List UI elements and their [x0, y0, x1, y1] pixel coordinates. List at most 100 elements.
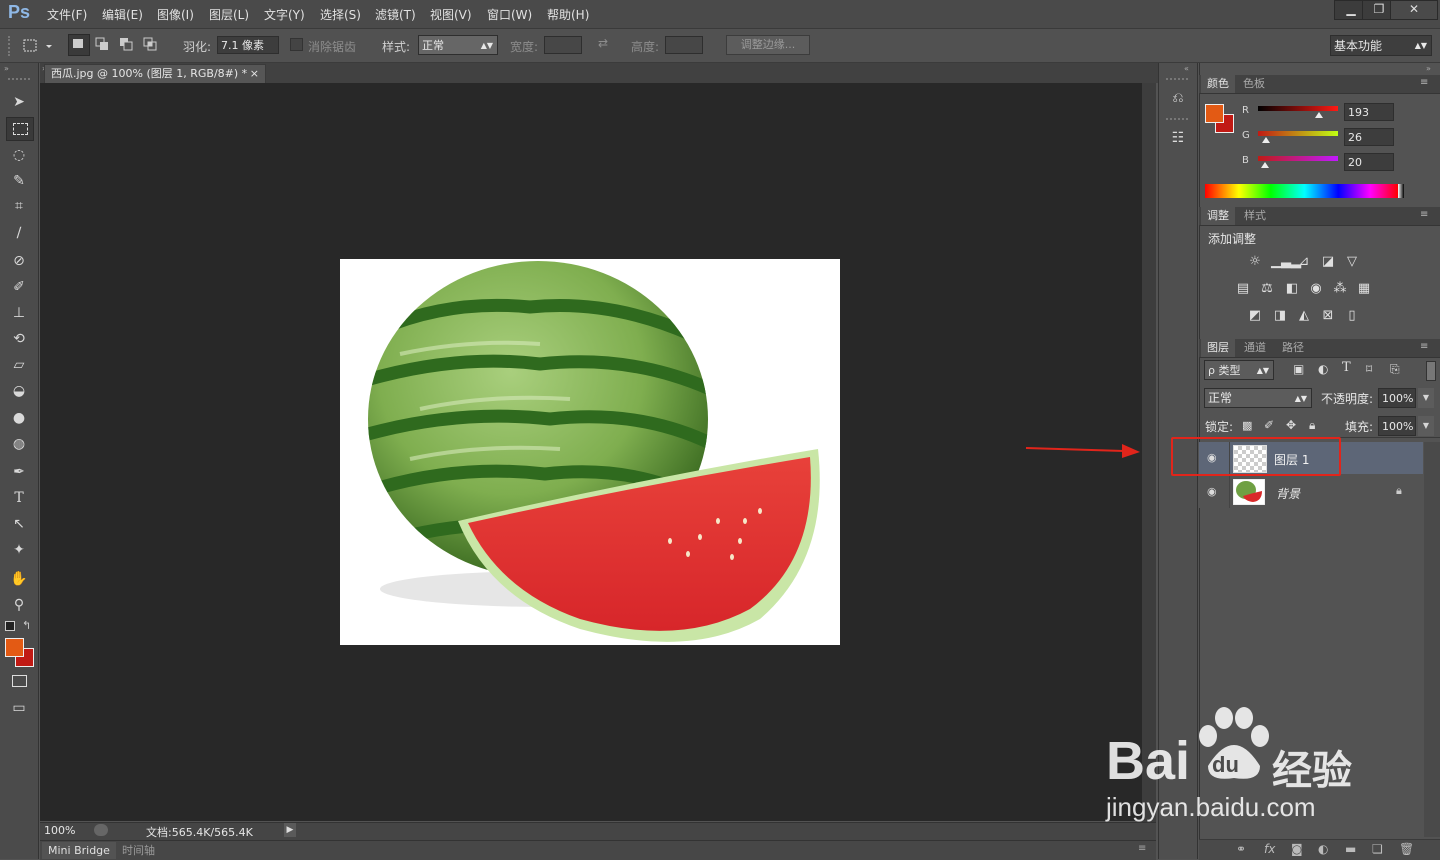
blur-tool-icon[interactable]: ●	[6, 407, 32, 429]
subtract-selection-icon[interactable]	[119, 37, 135, 51]
lock-image-icon[interactable]: ✐	[1264, 418, 1274, 432]
marquee-preset-icon[interactable]	[22, 38, 54, 54]
hand-tool-icon[interactable]: ✋	[6, 568, 32, 590]
fill-input[interactable]: 100%	[1378, 416, 1416, 436]
lasso-tool-icon[interactable]: ◌	[6, 144, 32, 166]
panels-collapse-icon[interactable]: »	[1426, 64, 1431, 73]
quick-select-tool-icon[interactable]: ✎	[6, 170, 32, 192]
menu-help[interactable]: 帮助(H)	[547, 6, 589, 23]
pen-tool-icon[interactable]: ✒	[6, 461, 32, 483]
menu-window[interactable]: 窗口(W)	[487, 6, 532, 23]
color-balance-icon[interactable]: ⚖	[1258, 281, 1276, 297]
type-tool-icon[interactable]: T	[6, 487, 32, 509]
rect-marquee-tool-icon[interactable]	[6, 117, 34, 141]
layers-panel-menu-icon[interactable]: ≡	[1420, 341, 1428, 352]
new-adjustment-icon[interactable]: ◐	[1318, 842, 1328, 856]
fill-dropdown-icon[interactable]: ▼	[1418, 416, 1434, 436]
quick-mask-icon[interactable]	[6, 670, 32, 692]
collapse-toolbar-icon[interactable]: »	[4, 64, 9, 73]
eraser-tool-icon[interactable]: ▱	[6, 354, 32, 376]
menu-file[interactable]: 文件(F)	[47, 6, 87, 23]
eyedropper-tool-icon[interactable]: ∕	[6, 222, 32, 244]
shape-tool-icon[interactable]: ✦	[6, 539, 32, 561]
filter-toggle[interactable]	[1426, 361, 1436, 381]
tab-paths[interactable]: 路径	[1276, 339, 1310, 357]
lock-all-icon[interactable]: 🔒︎	[1309, 418, 1315, 433]
status-icon[interactable]	[94, 824, 108, 836]
menu-image[interactable]: 图像(I)	[157, 6, 194, 23]
opacity-dropdown-icon[interactable]: ▼	[1418, 388, 1434, 408]
background-layer-thumbnail[interactable]	[1233, 479, 1265, 505]
style-select[interactable]: 正常 ▲▼	[418, 35, 498, 55]
levels-icon[interactable]: ▁▃▂	[1271, 254, 1301, 270]
brightness-icon[interactable]: ☼	[1246, 254, 1264, 270]
default-colors-icon[interactable]	[5, 621, 15, 631]
red-slider-thumb[interactable]	[1315, 112, 1323, 118]
color-lookup-icon[interactable]: ▦	[1355, 281, 1373, 297]
add-selection-icon[interactable]	[95, 37, 111, 51]
exposure-icon[interactable]: ◪	[1319, 254, 1337, 270]
menu-view[interactable]: 视图(V)	[430, 6, 472, 23]
blue-value-input[interactable]: 20	[1344, 153, 1394, 171]
refine-edge-button[interactable]: 调整边缘...	[726, 35, 810, 55]
dodge-tool-icon[interactable]: ◍	[6, 433, 32, 455]
blue-slider-thumb[interactable]	[1261, 162, 1269, 168]
new-group-icon[interactable]: ▬	[1345, 842, 1356, 856]
menu-type[interactable]: 文字(Y)	[264, 6, 305, 23]
new-layer-icon[interactable]: ❏	[1372, 842, 1383, 856]
zoom-level[interactable]: 100%	[44, 824, 88, 838]
blend-mode-select[interactable]: 正常 ▲▼	[1204, 388, 1312, 408]
color-panel-menu-icon[interactable]: ≡	[1420, 77, 1428, 88]
status-menu-arrow-icon[interactable]: ▶	[284, 823, 296, 837]
tab-styles[interactable]: 样式	[1238, 207, 1272, 225]
document-tab[interactable]: 西瓜.jpg @ 100% (图层 1, RGB/8#) * ×	[44, 64, 266, 83]
green-value-input[interactable]: 26	[1344, 128, 1394, 146]
crop-tool-icon[interactable]: ⌗	[6, 195, 32, 217]
clone-stamp-tool-icon[interactable]: ⊥	[6, 302, 32, 324]
layer-filter-select[interactable]: ρ 类型 ▲▼	[1204, 360, 1274, 380]
red-value-input[interactable]: 193	[1344, 103, 1394, 121]
add-mask-icon[interactable]: ◙	[1291, 842, 1303, 856]
swap-colors-icon[interactable]: ↰	[22, 619, 31, 632]
tab-timeline[interactable]: 时间轴	[116, 842, 161, 859]
menu-select[interactable]: 选择(S)	[320, 6, 361, 23]
menu-filter[interactable]: 滤镜(T)	[375, 6, 416, 23]
visibility-eye-icon[interactable]: ◉	[1207, 485, 1217, 498]
adjust-panel-menu-icon[interactable]: ≡	[1420, 209, 1428, 220]
filter-pixel-icon[interactable]: ▣	[1293, 362, 1304, 376]
posterize-icon[interactable]: ◨	[1271, 308, 1289, 324]
layer-style-icon[interactable]: fx	[1264, 842, 1275, 856]
gradient-map-icon[interactable]: ▯	[1343, 308, 1361, 324]
tab-channels[interactable]: 通道	[1238, 339, 1272, 357]
history-brush-tool-icon[interactable]: ⟲	[6, 328, 32, 350]
color-panel-fg-swatch[interactable]	[1205, 104, 1224, 123]
tab-mini-bridge[interactable]: Mini Bridge	[42, 842, 116, 859]
green-slider[interactable]	[1258, 131, 1338, 136]
link-layers-icon[interactable]: ⚭	[1236, 842, 1246, 856]
photo-filter-icon[interactable]: ◉	[1307, 281, 1325, 297]
green-slider-thumb[interactable]	[1262, 137, 1270, 143]
menu-edit[interactable]: 编辑(E)	[102, 6, 143, 23]
selective-color-icon[interactable]: ⊠	[1319, 308, 1337, 324]
swap-icon[interactable]: ⇄	[598, 36, 608, 50]
delete-layer-icon[interactable]: 🗑︎	[1399, 842, 1414, 856]
threshold-icon[interactable]: ◭	[1295, 308, 1313, 324]
menu-layer[interactable]: 图层(L)	[209, 6, 249, 23]
lock-transparent-icon[interactable]: ▩	[1242, 419, 1252, 432]
black-white-icon[interactable]: ◧	[1283, 281, 1301, 297]
tab-color[interactable]: 颜色	[1201, 75, 1235, 93]
zoom-tool-icon[interactable]: ⚲	[6, 594, 32, 616]
curves-icon[interactable]: ⊿	[1295, 254, 1313, 270]
lock-position-icon[interactable]: ✥	[1286, 418, 1296, 432]
tab-layers[interactable]: 图层	[1201, 339, 1235, 357]
move-tool-icon[interactable]: ➤	[6, 91, 32, 113]
feather-input[interactable]: 7.1 像素	[217, 36, 279, 54]
bottom-panel-menu-icon[interactable]: ≡	[1138, 843, 1146, 854]
dock-collapse-icon[interactable]: «	[1184, 64, 1189, 73]
close-tab-icon[interactable]: ×	[250, 65, 259, 83]
red-slider[interactable]	[1258, 106, 1338, 111]
history-panel-icon[interactable]: ⎌	[1166, 86, 1190, 110]
filter-shape-icon[interactable]: ⌑	[1366, 362, 1372, 376]
channel-mixer-icon[interactable]: ⁂	[1331, 281, 1349, 297]
width-input[interactable]	[544, 36, 582, 54]
